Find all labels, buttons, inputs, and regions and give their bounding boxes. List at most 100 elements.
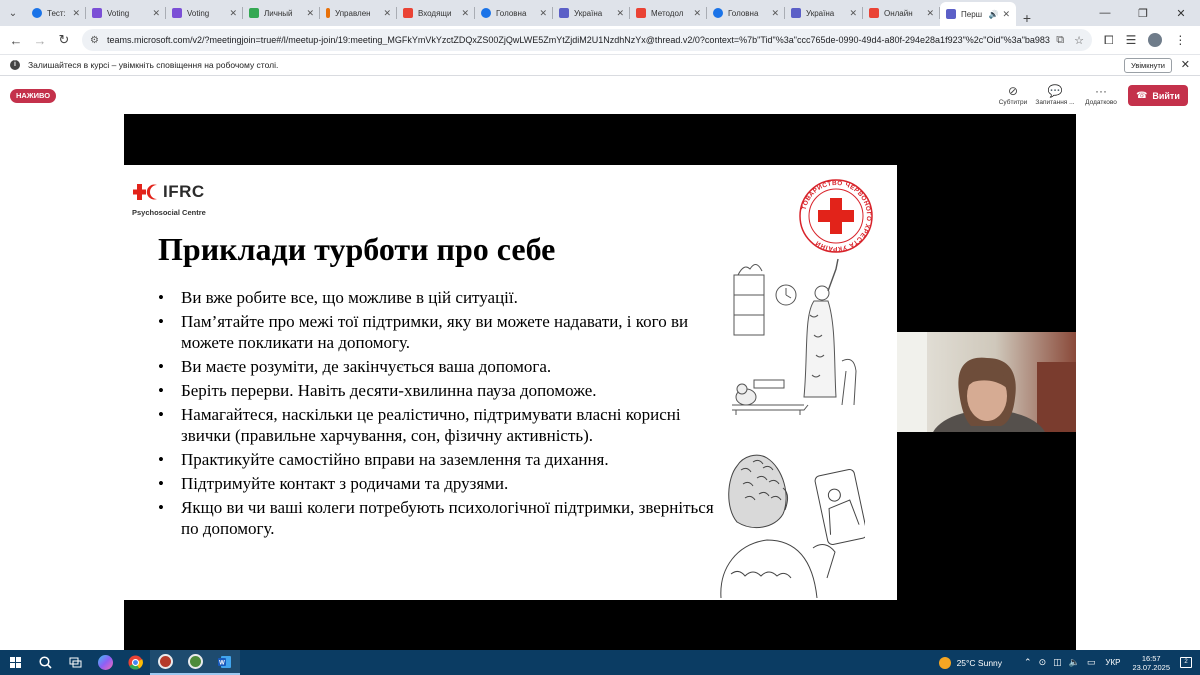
tab-1[interactable]: Voting ✕ [86,2,166,24]
tab-3[interactable]: Личный ✕ [243,2,320,24]
search-icon[interactable] [30,650,60,675]
bookmark-star-icon[interactable]: ☆ [1074,34,1084,47]
tab-8[interactable]: Методол ✕ [630,2,707,24]
battery-icon[interactable]: ▭ [1087,657,1096,668]
close-icon[interactable]: ✕ [539,8,547,19]
close-icon[interactable]: ✕ [616,8,624,19]
close-icon[interactable]: ✕ [306,8,314,19]
info-icon [326,8,330,18]
participant-video-tile[interactable] [897,332,1076,432]
blue-circle-icon [481,8,491,18]
network-icon[interactable]: ◫ [1053,657,1062,668]
show-hidden-icons-chevron-icon[interactable]: ⌃ [1024,657,1032,668]
meet-now-icon[interactable]: ⊙ [1039,657,1047,668]
profile-avatar[interactable] [1148,33,1163,47]
logo-subtitle: Psychosocial Centre [132,208,206,217]
weather-widget[interactable]: 25°C Sunny [938,656,1002,669]
close-icon[interactable]: ✕ [771,8,779,19]
more-button[interactable]: ··· Додатково [1079,83,1123,106]
cast-icon[interactable]: ⧉ [1056,34,1064,47]
copilot-icon[interactable] [90,650,120,675]
url-text[interactable]: teams.microsoft.com/v2/?meetingjoin=true… [107,35,1050,45]
close-icon[interactable]: ✕ [926,8,934,19]
qa-icon: 💬 [1047,84,1063,98]
phone-hangup-icon: ☎ [1136,90,1148,100]
more-icon: ··· [1095,84,1107,98]
teams-icon [946,9,956,19]
bullet-item: Підтримуйте контакт з родичами та друзям… [158,473,718,494]
bullet-item: Ви вже робите все, що можливе в цій ситу… [158,287,718,308]
slide-bullet-list: Ви вже робите все, що можливе в цій ситу… [158,287,718,542]
windows-start-icon[interactable] [0,657,30,668]
browser-menu-icon[interactable]: ⋮ [1174,33,1186,47]
restore-icon[interactable]: ❐ [1124,7,1162,20]
red-cross-crescent-icon [133,184,157,200]
close-icon[interactable]: ✕ [152,8,160,19]
infobar-close-icon[interactable]: ✕ [1181,58,1190,71]
browser-toolbar: ← → ↻ ⚙ teams.microsoft.com/v2/?meetingj… [0,26,1200,54]
blue-circle-icon [713,8,723,18]
tab-2[interactable]: Voting ✕ [166,2,243,24]
enable-notifications-button[interactable]: Увімкнути [1124,58,1172,73]
back-icon[interactable]: ← [4,33,28,48]
gmail-icon [403,8,413,18]
close-icon[interactable]: ✕ [461,8,469,19]
extensions-icon[interactable]: ⧠ [1104,33,1114,48]
drive-icon [249,8,259,18]
task-view-icon[interactable] [60,650,90,675]
tab-10[interactable]: Україна ✕ [785,2,863,24]
close-icon[interactable]: ✕ [1002,9,1010,20]
forward-icon[interactable]: → [28,33,52,48]
qa-button[interactable]: 💬 Запитання ... [1033,83,1077,106]
close-icon[interactable]: ✕ [383,8,391,19]
tab-7[interactable]: Україна ✕ [553,2,630,24]
address-bar[interactable]: ⚙ teams.microsoft.com/v2/?meetingjoin=tr… [82,29,1092,51]
close-icon[interactable]: ✕ [72,8,80,19]
bullet-item: Практикуйте самостійно вправи на заземле… [158,449,718,470]
tab-5[interactable]: Входящи ✕ [397,2,475,24]
bullet-item: Якщо ви чи ваші колеги потребують психол… [158,497,718,539]
system-tray: 25°C Sunny ⌃ ⊙ ◫ 🔈 ▭ УКР 16:57 23.07.202… [938,650,1200,675]
meeting-controls-bar: НАЖИВО ⊘ Субтитри 💬 Запитання ... ··· До… [0,76,1200,114]
speaker-icon[interactable]: 🔊 [988,10,998,19]
clock[interactable]: 16:57 23.07.2025 [1132,654,1170,672]
info-icon: i [10,60,20,70]
tab-12-active[interactable]: Перш 🔊 ✕ [940,2,1016,26]
notifications-icon[interactable]: 2 [1180,657,1192,668]
close-icon[interactable]: ✕ [229,8,237,19]
bar-chart-icon [172,8,182,18]
bar-chart-icon [92,8,102,18]
bullet-item: Пам’ятайте про межі тої підтримки, яку в… [158,311,718,353]
leave-button[interactable]: ☎ Вийти [1128,85,1188,106]
captions-button[interactable]: ⊘ Субтитри [991,83,1035,106]
tab-groups-icon[interactable]: ☰ [1126,33,1137,47]
word-icon[interactable]: W [210,650,240,675]
blue-circle-icon [32,8,42,18]
tab-search-icon[interactable]: ⌄ [0,0,26,26]
live-badge: НАЖИВО [10,89,57,103]
close-icon[interactable]: ✕ [693,8,701,19]
chrome-icon[interactable] [120,650,150,675]
tab-0[interactable]: Тест: Дра✕ [26,2,86,24]
tab-4[interactable]: Управлен ✕ [320,2,397,24]
browser-tab-strip: ⌄ Тест: Дра✕ Voting✕ Voting✕ Личный✕ Упр… [0,0,1200,26]
windows-taskbar: W 25°C Sunny ⌃ ⊙ ◫ 🔈 ▭ УКР 16:57 23.07.2… [0,650,1200,675]
chrome-teams-icon[interactable] [180,650,210,675]
illustration-woman-stretching [732,258,857,415]
volume-icon[interactable]: 🔈 [1069,657,1080,668]
bullet-item: Ви маєте розуміти, де закінчується ваша … [158,356,718,377]
close-icon[interactable]: ✕ [849,8,857,19]
tab-9[interactable]: Головна ✕ [707,2,785,24]
tab-6[interactable]: Головна ✕ [475,2,553,24]
minimize-icon[interactable]: — [1086,7,1124,19]
new-tab-button[interactable]: + [1016,10,1038,26]
ukrainian-red-cross-seal: ТОВАРИСТВО ЧЕРВОНОГО ХРЕСТА УКРАЇНИ [799,179,873,253]
infobar-message: Залишайтеся в курсі – увімкніть сповіщен… [28,60,279,70]
chrome-profile-icon[interactable] [150,650,180,675]
reload-icon[interactable]: ↻ [52,32,76,48]
svg-text:W: W [219,660,225,666]
tab-11[interactable]: Онлайн ✕ [863,2,940,24]
close-window-icon[interactable]: ✕ [1162,7,1200,20]
site-info-icon[interactable]: ⚙ [90,35,99,46]
input-language[interactable]: УКР [1105,658,1120,667]
